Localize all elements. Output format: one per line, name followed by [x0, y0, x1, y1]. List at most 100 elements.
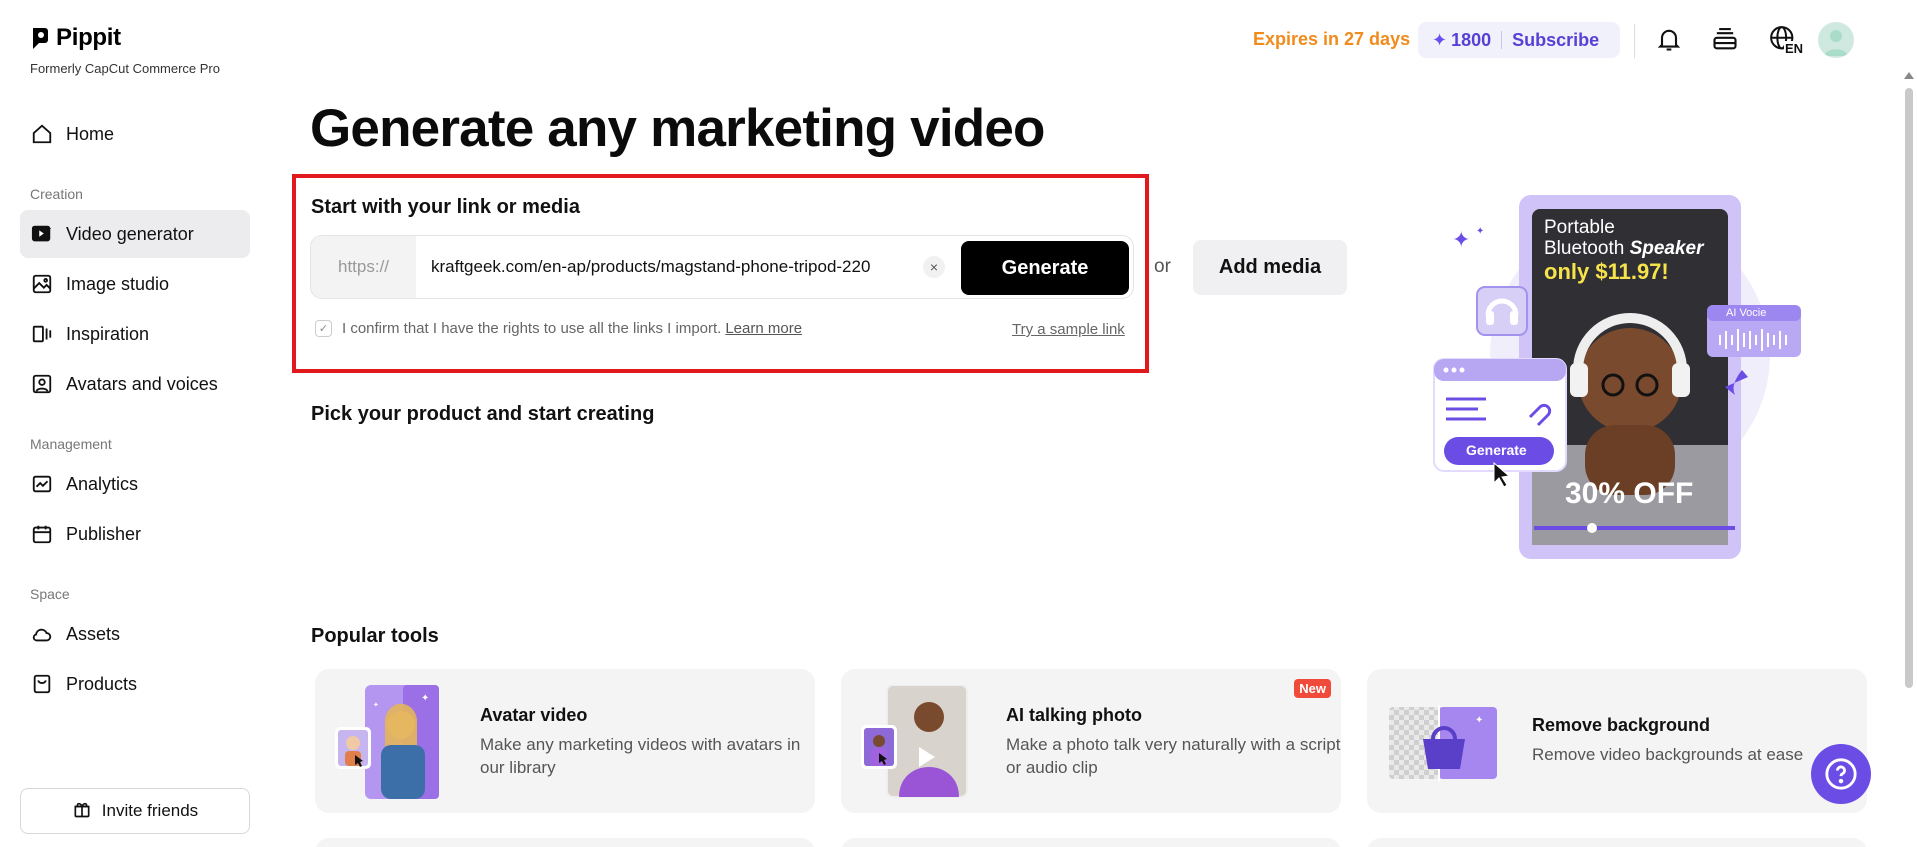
page-title: Generate any marketing video: [310, 99, 1045, 158]
sidebar-item-label: Assets: [66, 623, 121, 644]
brand-name: Pippit: [56, 24, 121, 51]
sidebar-item-label: Products: [66, 673, 138, 694]
tool-name: Remove background: [1532, 715, 1711, 735]
tool-card-partial: [841, 838, 1341, 847]
sidebar-item-label: Home: [66, 123, 115, 144]
sidebar-item-label: Publisher: [66, 523, 142, 544]
credits-count: 1800: [1451, 29, 1492, 50]
new-badge: New: [1294, 679, 1331, 698]
invite-label: Invite friends: [101, 801, 199, 820]
generate-button[interactable]: Generate: [961, 241, 1129, 295]
svg-text:✦: ✦: [1476, 226, 1484, 237]
tool-card-partial: [315, 838, 815, 847]
or-separator: or: [1154, 256, 1171, 277]
tool-description: Make any marketing videos with avatars i…: [480, 735, 801, 777]
sidebar-item-label: Image studio: [66, 273, 170, 294]
home-icon: [30, 122, 54, 146]
calendar-icon: [30, 522, 54, 546]
hero-price: only $11.97!: [1544, 259, 1669, 284]
hero-headline: Portable Bluetooth Speaker only $11.97!: [1544, 217, 1704, 284]
sidebar-item-assets[interactable]: Assets: [20, 610, 250, 658]
product-link-input[interactable]: [431, 252, 931, 282]
sidebar-item-label: Inspiration: [66, 323, 150, 344]
tool-description: Make a photo talk very naturally with a …: [1006, 735, 1341, 777]
brand-logo[interactable]: Pippit: [30, 24, 121, 52]
section-management: Management: [30, 436, 112, 452]
try-sample-link[interactable]: Try a sample link: [1012, 321, 1125, 338]
avatar-video-thumbnail: ✦ ✦: [333, 685, 443, 799]
tool-card-remove-background[interactable]: ✦ Remove background Remove video backgro…: [1367, 669, 1867, 813]
brand-subtitle: Formerly CapCut Commerce Pro: [30, 61, 220, 76]
hero-line1: Portable: [1544, 217, 1615, 238]
topbar-divider: [1634, 24, 1635, 58]
rights-checkbox[interactable]: ✓: [315, 320, 332, 337]
sparkle-icon: ✦: [1432, 29, 1448, 50]
inspiration-icon: [30, 322, 54, 346]
url-prefix: https://: [311, 236, 416, 298]
sidebar-item-label: Analytics: [66, 473, 139, 494]
tool-card-avatar-video[interactable]: ✦ ✦ Avatar video Make any marketing vide…: [315, 669, 815, 813]
cloud-icon: [30, 622, 54, 646]
hero-line2a: Bluetooth: [1544, 238, 1630, 259]
tool-description: Remove video backgrounds at ease: [1532, 745, 1804, 764]
hero-line2b: Speaker: [1629, 238, 1704, 259]
clear-input-icon[interactable]: ×: [923, 256, 945, 278]
hero-generate-label: Generate: [1466, 442, 1527, 458]
svg-text:✦: ✦: [1452, 227, 1470, 252]
sidebar-item-image-studio[interactable]: Image studio: [20, 260, 250, 308]
bell-icon[interactable]: [1652, 22, 1686, 56]
language-code: EN: [1784, 41, 1805, 56]
help-button[interactable]: [1811, 744, 1871, 804]
queue-icon[interactable]: [1708, 22, 1742, 56]
sidebar-item-products[interactable]: Products: [20, 660, 250, 708]
popular-tools-title: Popular tools: [311, 625, 439, 647]
analytics-icon: [30, 472, 54, 496]
sidebar-item-inspiration[interactable]: Inspiration: [20, 310, 250, 358]
scrollbar-thumb[interactable]: [1905, 88, 1913, 688]
tool-card-ai-talking-photo[interactable]: New AI talking photo Make a photo talk v…: [841, 669, 1341, 813]
tool-name: Avatar video: [480, 705, 588, 725]
hero-voice-label: AI Vocie: [1726, 307, 1767, 319]
products-icon: [30, 672, 54, 696]
sidebar-item-home[interactable]: Home: [20, 110, 250, 158]
user-avatar[interactable]: [1818, 22, 1854, 58]
confirm-text: I confirm that I have the rights to use …: [342, 320, 722, 337]
credits-subscribe[interactable]: ✦ 1800 Subscribe: [1418, 22, 1620, 58]
learn-more-link[interactable]: Learn more: [725, 320, 802, 337]
section-creation: Creation: [30, 186, 83, 202]
image-studio-icon: [30, 272, 54, 296]
sidebar-item-video-generator[interactable]: Video generator: [20, 210, 250, 258]
sidebar-item-label: Video generator: [66, 223, 194, 244]
sidebar-item-publisher[interactable]: Publisher: [20, 510, 250, 558]
sidebar-item-label: Avatars and voices: [66, 373, 218, 394]
pippit-logo-icon: [33, 28, 48, 49]
section-space: Space: [30, 586, 70, 602]
add-media-button[interactable]: Add media: [1193, 240, 1347, 295]
sidebar-item-analytics[interactable]: Analytics: [20, 460, 250, 508]
invite-friends-button[interactable]: Invite friends: [20, 788, 250, 834]
sidebar-item-avatars-voices[interactable]: Avatars and voices: [20, 360, 250, 408]
sidebar: Pippit Formerly CapCut Commerce Pro Home…: [0, 0, 270, 847]
pick-product-title: Pick your product and start creating: [311, 403, 655, 425]
divider: [1501, 31, 1503, 49]
svg-text:✦: ✦: [373, 701, 379, 709]
tool-name: AI talking photo: [1006, 705, 1142, 725]
hero-illustration: ✦ ✦ Portable Bluetooth Speaker only $11.…: [1430, 195, 1820, 565]
subscribe-button[interactable]: Subscribe: [1512, 30, 1599, 51]
remove-background-thumbnail: ✦: [1389, 705, 1499, 781]
globe-language-icon[interactable]: EN: [1762, 22, 1805, 56]
expires-label[interactable]: Expires in 27 days: [1253, 29, 1410, 50]
rights-confirmation: ✓ I confirm that I have the rights to us…: [315, 320, 802, 337]
gift-icon: [72, 799, 92, 824]
hero-line2: Bluetooth Speaker: [1544, 238, 1704, 259]
video-generator-icon: [30, 222, 54, 246]
tool-card-partial: [1367, 838, 1867, 847]
svg-text:✦: ✦: [1475, 715, 1483, 726]
link-input-group: https:// × Generate: [310, 235, 1134, 299]
svg-text:✦: ✦: [421, 693, 429, 704]
question-icon: [1825, 758, 1857, 790]
start-title: Start with your link or media: [311, 196, 580, 218]
hero-discount: 30% OFF: [1565, 477, 1694, 510]
ai-talking-photo-thumbnail: [859, 684, 969, 799]
scroll-up-arrow[interactable]: [1904, 72, 1914, 79]
